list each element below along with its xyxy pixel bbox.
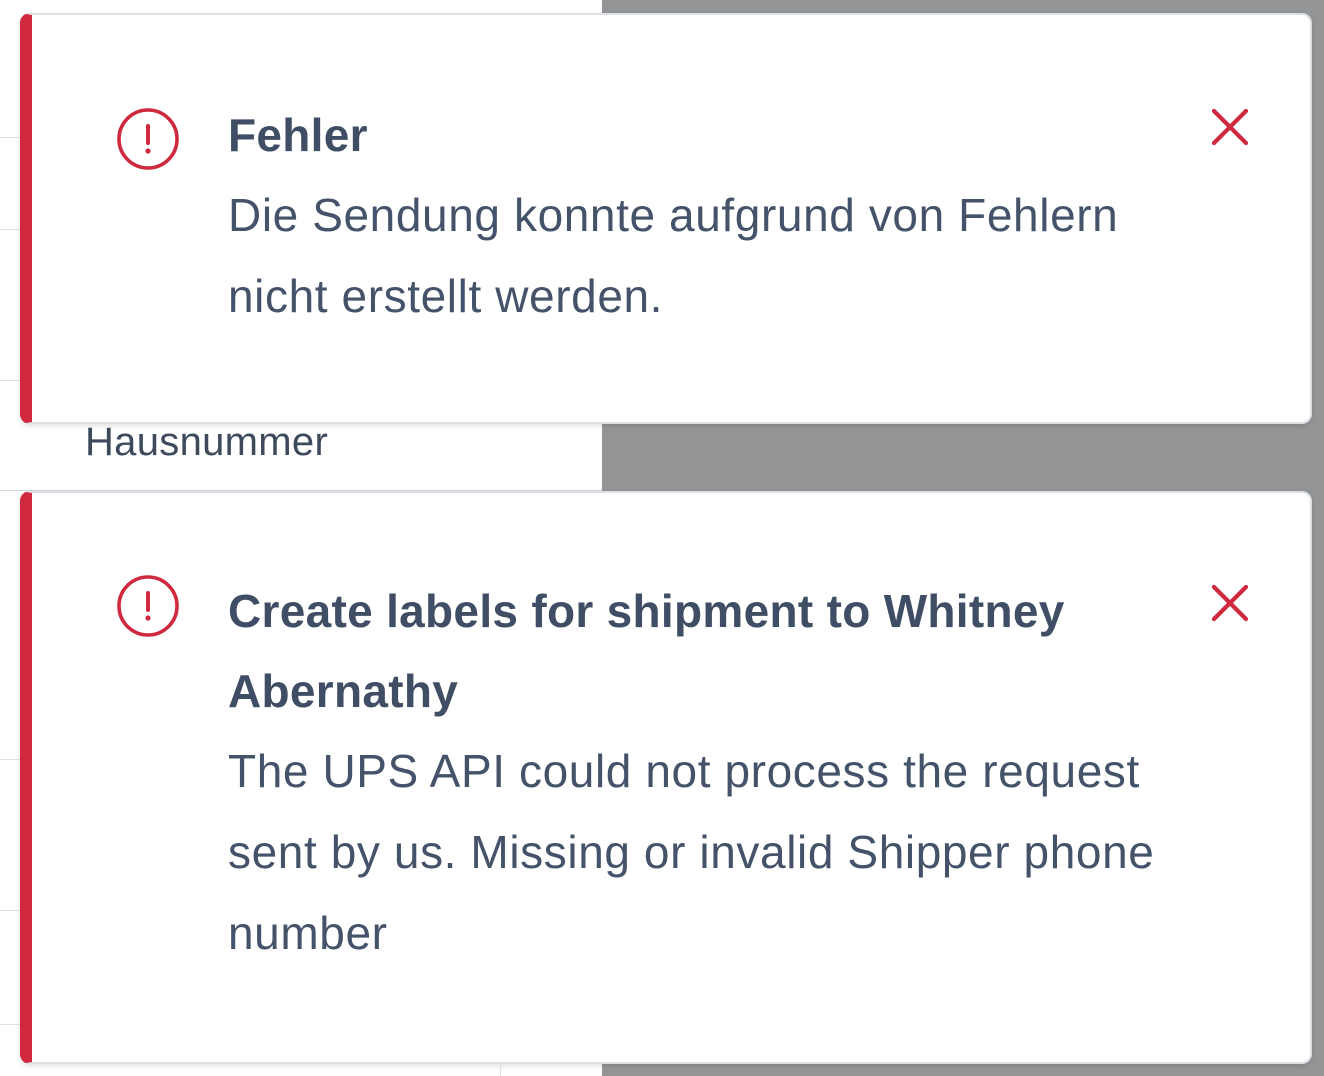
notification-title: Fehler bbox=[228, 109, 368, 161]
divider bbox=[0, 910, 22, 911]
error-notification: Create labels for shipment to Whitney Ab… bbox=[20, 491, 1312, 1064]
notification-message: The UPS API could not process the reques… bbox=[228, 745, 1155, 959]
error-notification: Fehler Die Sendung konnte aufgrund von F… bbox=[20, 13, 1312, 424]
notification-title: Create labels for shipment to Whitney Ab… bbox=[228, 585, 1065, 717]
divider bbox=[0, 137, 22, 138]
divider bbox=[500, 1066, 501, 1076]
notification-content: Create labels for shipment to Whitney Ab… bbox=[228, 585, 1158, 974]
divider bbox=[0, 229, 22, 230]
divider bbox=[0, 380, 22, 381]
divider bbox=[0, 759, 22, 760]
error-circle-icon bbox=[117, 108, 179, 170]
notification-message: Die Sendung konnte aufgrund von Fehlern … bbox=[228, 189, 1119, 322]
house-number-label: Hausnummer bbox=[85, 420, 329, 464]
error-circle-icon bbox=[117, 575, 179, 637]
close-icon[interactable] bbox=[1208, 581, 1252, 625]
notification-content: Fehler Die Sendung konnte aufgrund von F… bbox=[228, 107, 1158, 337]
close-icon[interactable] bbox=[1208, 105, 1252, 149]
divider bbox=[0, 1024, 22, 1025]
